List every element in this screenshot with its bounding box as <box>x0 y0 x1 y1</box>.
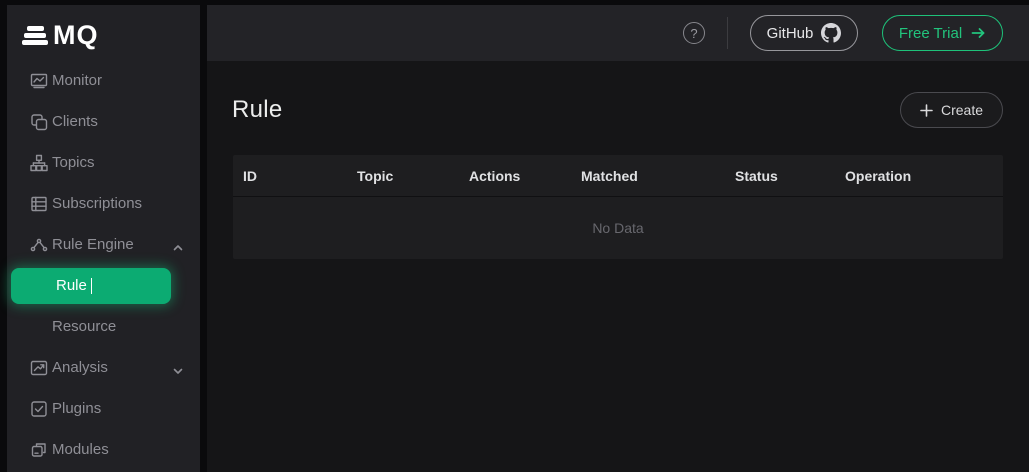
plus-icon <box>920 104 933 117</box>
sidebar-item-subscriptions[interactable]: Subscriptions <box>7 183 200 224</box>
sidebar-item-label: Rule Engine <box>52 236 134 253</box>
page-title: Rule <box>232 96 283 124</box>
sidebar-item-rule-engine[interactable]: Rule Engine <box>7 224 200 265</box>
github-button-label: GitHub <box>767 25 814 42</box>
column-header-id: ID <box>243 168 357 184</box>
content-panel: Rule Create ID Topic Actions Matched Sta… <box>207 61 1029 472</box>
topbar: ? GitHub Free Trial <box>207 5 1029 61</box>
sidebar-item-label: Topics <box>52 154 95 171</box>
chevron-up-icon <box>173 240 183 250</box>
plugins-icon <box>30 400 48 418</box>
emq-logo: MQ <box>7 5 200 51</box>
sidebar-item-modules[interactable]: Modules <box>7 429 200 470</box>
title-row: Rule Create <box>207 61 1029 128</box>
github-button[interactable]: GitHub <box>750 15 858 51</box>
column-header-actions: Actions <box>469 168 581 184</box>
sidebar: MQ Monitor Clients <box>7 5 200 472</box>
sidebar-item-clients[interactable]: Clients <box>7 101 200 142</box>
free-trial-label: Free Trial <box>899 25 962 42</box>
rule-table: ID Topic Actions Matched Status Operatio… <box>233 155 1003 259</box>
create-button-label: Create <box>941 102 983 118</box>
sidebar-item-label: Analysis <box>52 359 108 376</box>
subscriptions-icon <box>30 195 48 213</box>
sidebar-item-analysis[interactable]: Analysis <box>7 347 200 388</box>
help-icon[interactable]: ? <box>683 22 705 44</box>
modules-icon <box>30 441 48 459</box>
sidebar-item-rule[interactable]: Rule <box>11 268 171 304</box>
rule-engine-icon <box>30 236 48 254</box>
sidebar-menu: Monitor Clients <box>7 60 200 470</box>
github-icon <box>821 23 841 43</box>
sidebar-item-resource[interactable]: Resource <box>7 306 200 347</box>
column-header-status: Status <box>735 168 845 184</box>
column-header-matched: Matched <box>581 168 735 184</box>
free-trial-button[interactable]: Free Trial <box>882 15 1003 51</box>
topbar-divider <box>727 17 728 49</box>
topics-icon <box>30 154 48 172</box>
sidebar-item-label: Plugins <box>52 400 101 417</box>
sidebar-item-label: Rule <box>56 277 87 294</box>
sidebar-item-label: Clients <box>52 113 98 130</box>
chevron-down-icon <box>173 363 183 373</box>
emq-logo-text: MQ <box>53 22 99 49</box>
create-button[interactable]: Create <box>900 92 1003 128</box>
arrow-right-icon <box>971 27 986 39</box>
sidebar-item-label: Subscriptions <box>52 195 142 212</box>
monitor-icon <box>30 72 48 90</box>
sidebar-item-monitor[interactable]: Monitor <box>7 60 200 101</box>
table-empty-state: No Data <box>233 197 1003 259</box>
column-header-topic: Topic <box>357 168 469 184</box>
text-caret <box>91 278 93 294</box>
clients-icon <box>30 113 48 131</box>
sidebar-item-label: Modules <box>52 441 109 458</box>
analysis-icon <box>30 359 48 377</box>
sidebar-item-label: Monitor <box>52 72 102 89</box>
sidebar-item-label: Resource <box>52 318 116 335</box>
sidebar-item-plugins[interactable]: Plugins <box>7 388 200 429</box>
emq-logo-bars-icon <box>22 26 48 45</box>
main-area: ? GitHub Free Trial Rule Create <box>207 5 1029 472</box>
sidebar-item-topics[interactable]: Topics <box>7 142 200 183</box>
table-header-row: ID Topic Actions Matched Status Operatio… <box>233 155 1003 197</box>
column-header-operation: Operation <box>845 168 1003 184</box>
